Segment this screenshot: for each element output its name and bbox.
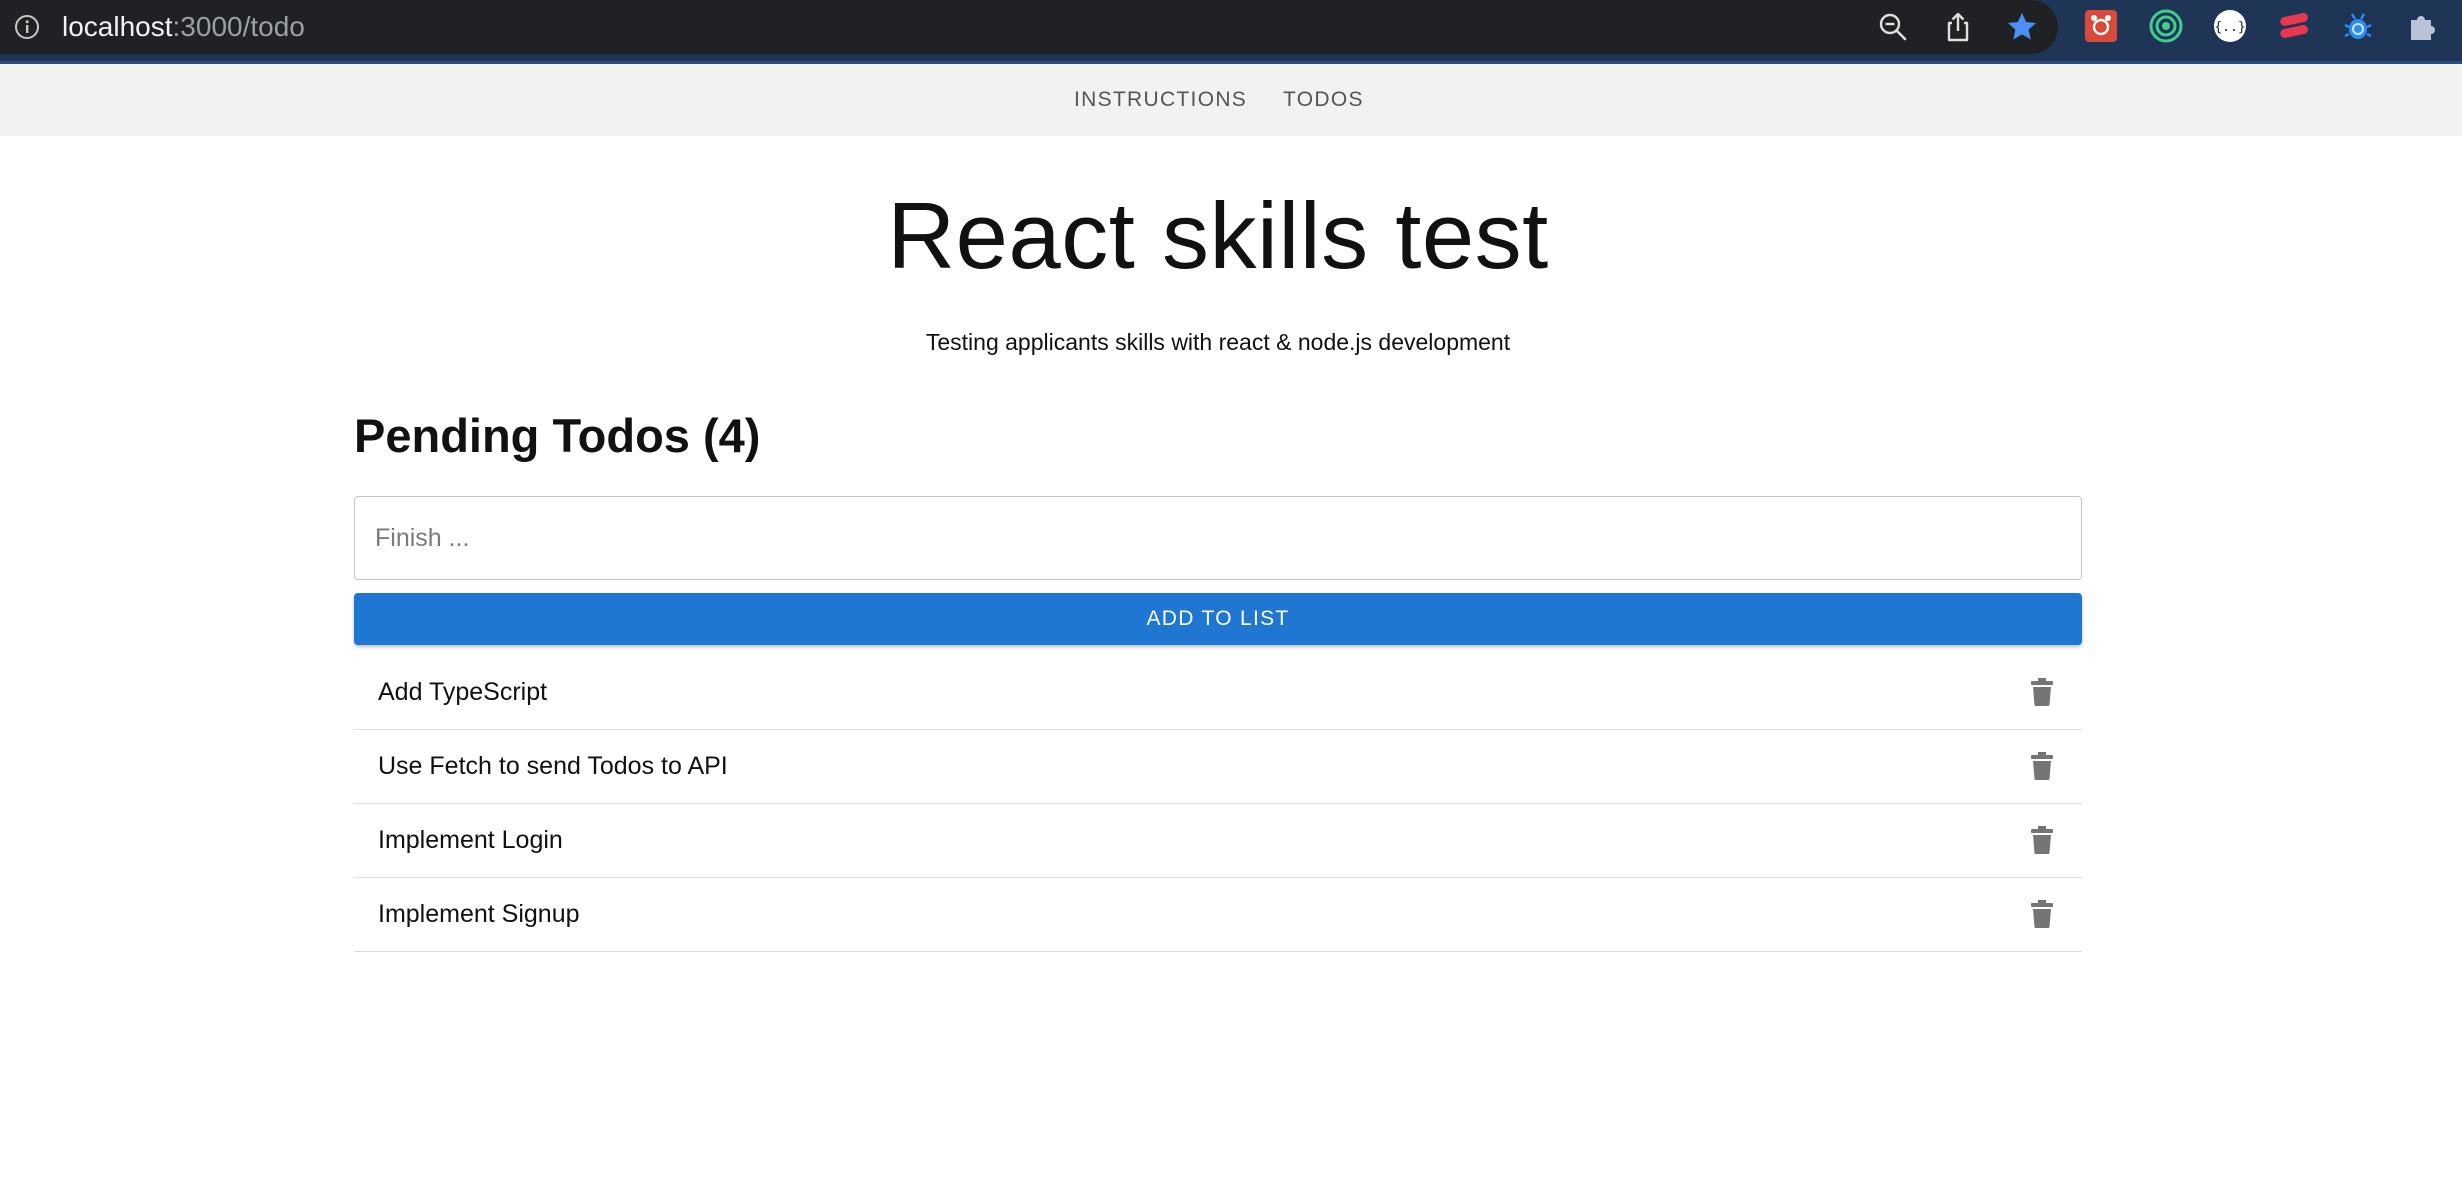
pending-todos-heading: Pending Todos (4) [354, 409, 761, 462]
url-text[interactable]: localhost:3000/todo [62, 10, 305, 44]
extension-bug-icon[interactable] [2340, 8, 2376, 44]
todo-item-text: Use Fetch to send Todos to API [378, 752, 728, 780]
page-subtitle: Testing applicants skills with react & n… [925, 329, 1511, 355]
page-title: React skills test [887, 183, 1549, 288]
info-icon[interactable] [14, 14, 40, 40]
nav-link-instructions[interactable]: INSTRUCTIONS [1074, 87, 1247, 113]
nav-link-todos[interactable]: TODOS [1283, 87, 1364, 113]
extension-red-e-icon[interactable] [2276, 8, 2312, 44]
delete-todo-button[interactable] [2024, 674, 2060, 710]
address-bar[interactable]: localhost:3000/todo [0, 0, 2058, 54]
todo-item: Add TypeScript [354, 656, 2082, 730]
url-host: localhost [62, 11, 173, 42]
share-icon[interactable] [1941, 10, 1975, 44]
todo-list: Add TypeScript Use Fetch to send Todos t… [354, 656, 2082, 952]
svg-text:{..}: {..} [2214, 20, 2245, 35]
todo-item-text: Add TypeScript [378, 678, 548, 706]
todo-input[interactable] [354, 496, 2082, 580]
todo-item-text: Implement Login [378, 826, 563, 854]
delete-todo-button[interactable] [2024, 822, 2060, 858]
todo-item: Use Fetch to send Todos to API [354, 730, 2082, 804]
trash-icon [2031, 900, 2053, 928]
todo-item-text: Implement Signup [378, 900, 580, 928]
trash-icon [2031, 752, 2053, 780]
trash-icon [2031, 678, 2053, 706]
todo-item: Implement Signup [354, 878, 2082, 952]
puzzle-icon[interactable] [2405, 8, 2441, 44]
trash-icon [2031, 826, 2053, 854]
bookmark-star-icon[interactable] [2005, 10, 2039, 44]
extension-target-icon[interactable] [2148, 8, 2184, 44]
browser-toolbar: localhost:3000/todo {..} [0, 0, 2462, 64]
app-navbar: INSTRUCTIONS TODOS [0, 64, 2462, 136]
delete-todo-button[interactable] [2024, 748, 2060, 784]
url-path: :3000/todo [172, 11, 305, 42]
extension-red-icon[interactable] [2083, 8, 2119, 44]
zoom-out-icon[interactable] [1876, 10, 1910, 44]
add-to-list-button[interactable]: ADD TO LIST [354, 593, 2082, 645]
delete-todo-button[interactable] [2024, 896, 2060, 932]
todo-item: Implement Login [354, 804, 2082, 878]
extension-json-icon[interactable]: {..} [2212, 8, 2248, 44]
